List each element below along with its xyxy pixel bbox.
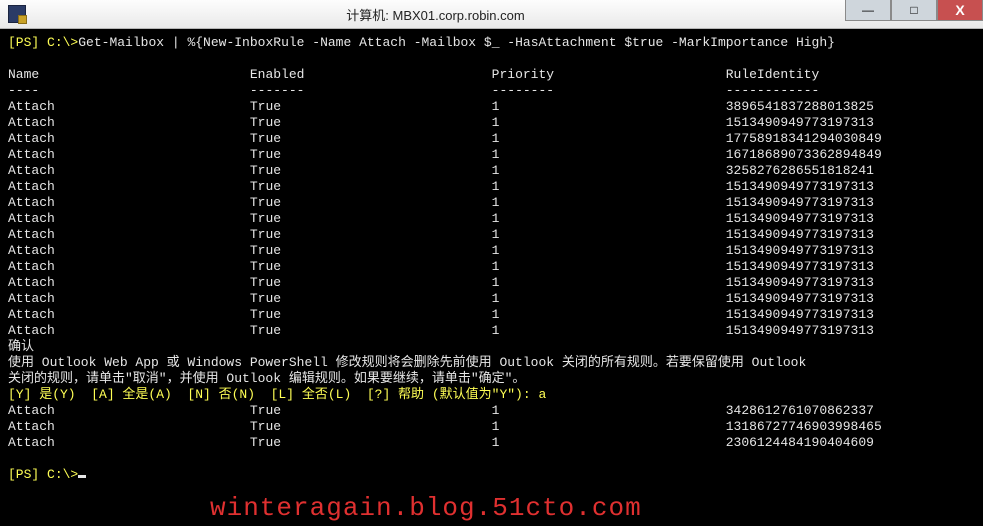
table-header: Name Enabled Priority RuleIdentity [8, 67, 819, 82]
watermark: winteragain.blog.51cto.com [210, 500, 642, 516]
command-text: Get-Mailbox | %{New-InboxRule -Name Atta… [78, 35, 835, 50]
powershell-window: 计算机: MBX01.corp.robin.com — □ X [PS] C:\… [0, 0, 983, 526]
window-buttons: — □ X [845, 0, 983, 28]
confirm-title: 确认 [8, 339, 34, 354]
table-rows-after: Attach True 1 3428612761070862337 Attach… [8, 403, 882, 450]
cursor [78, 475, 86, 478]
minimize-button[interactable]: — [845, 0, 891, 21]
window-title: 计算机: MBX01.corp.robin.com [26, 5, 845, 24]
confirm-line1: 使用 Outlook Web App 或 Windows PowerShell … [8, 355, 806, 370]
confirm-line2: 关闭的规则，请单击"取消"，并使用 Outlook 编辑规则。如果要继续，请单击… [8, 371, 525, 386]
terminal-pane[interactable]: [PS] C:\>Get-Mailbox | %{New-InboxRule -… [0, 29, 983, 526]
confirm-options: [Y] 是(Y) [A] 全是(A) [N] 否(N) [L] 全否(L) [?… [8, 387, 546, 402]
close-button[interactable]: X [937, 0, 983, 21]
titlebar[interactable]: 计算机: MBX01.corp.robin.com — □ X [0, 0, 983, 29]
ps-path: C:\> [39, 35, 78, 50]
maximize-button[interactable]: □ [891, 0, 937, 21]
powershell-icon [8, 5, 26, 23]
ps-prompt: [PS] [8, 35, 39, 50]
minimize-icon: — [862, 3, 874, 17]
maximize-icon: □ [910, 3, 917, 17]
table-rows: Attach True 1 3896541837288013825 Attach… [8, 99, 882, 338]
table-divider: ---- ------- -------- ------------ [8, 83, 819, 98]
ps-prompt-2: [PS] [8, 467, 39, 482]
ps-path-2: C:\> [39, 467, 78, 482]
close-icon: X [955, 2, 964, 18]
